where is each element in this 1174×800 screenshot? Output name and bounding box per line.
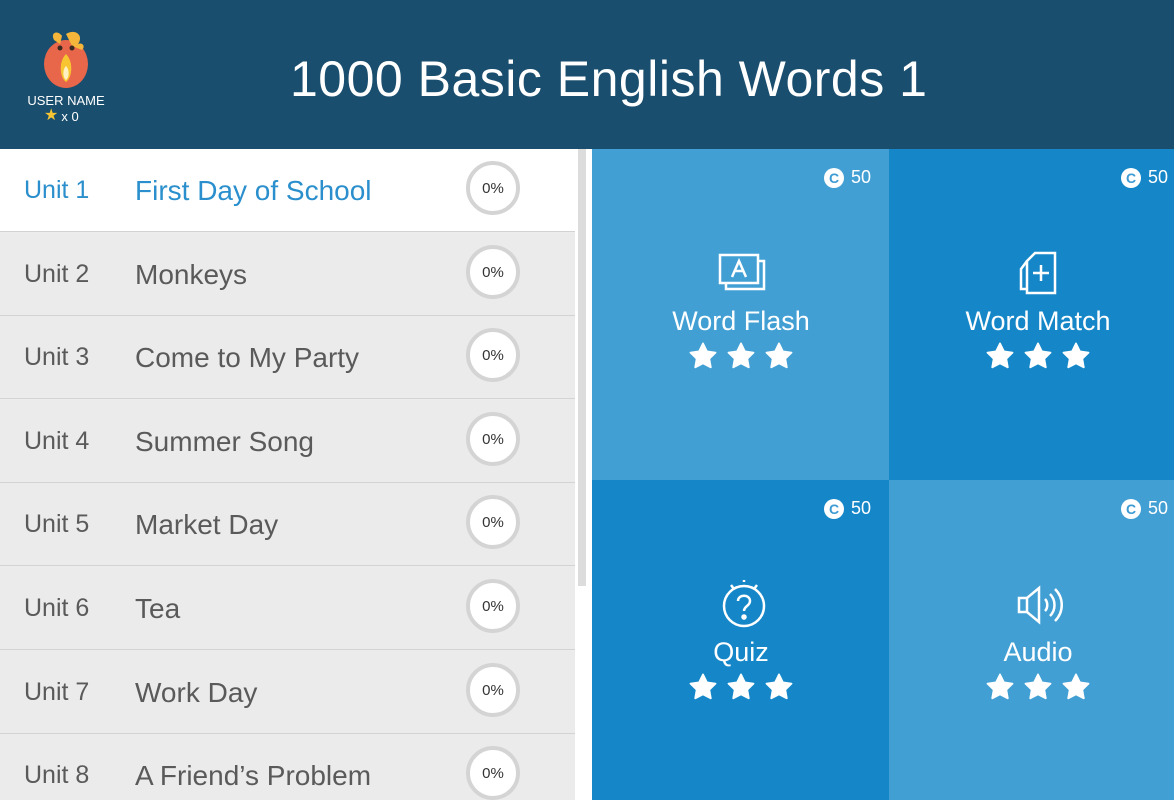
question-icon [722, 580, 766, 628]
word-flash-tile[interactable]: C 50 Word Flash [592, 149, 890, 480]
star-icon [727, 342, 755, 369]
unit-title: Tea [135, 593, 181, 624]
unit-list-scrollbar[interactable] [575, 149, 592, 800]
unit-title: Summer Song [135, 426, 314, 457]
card-match-icon [1019, 251, 1057, 295]
unit-row-6[interactable]: Unit 6 Tea 0% [0, 567, 575, 650]
coin-icon: C [824, 167, 844, 188]
activity-label: Word Flash [672, 306, 810, 336]
user-name-label: USER NAME [27, 93, 105, 108]
star-rating [592, 672, 890, 702]
unit-title: Monkeys [135, 259, 248, 290]
star-icon: ★ [44, 107, 59, 124]
unit-progress-circle: 0% [466, 412, 520, 466]
coin-cost: C 50 [824, 167, 871, 188]
star-icon [1062, 342, 1090, 369]
unit-row-8[interactable]: Unit 8 A Friend’s Problem 0% [0, 734, 575, 800]
scrollbar-thumb[interactable] [578, 149, 586, 586]
coin-amount: 50 [1148, 167, 1169, 187]
star-icon [986, 342, 1014, 369]
unit-number: Unit 1 [24, 176, 90, 204]
unit-title: First Day of School [135, 175, 372, 206]
unit-progress-circle: 0% [466, 328, 520, 382]
coin-amount: 50 [1148, 498, 1169, 518]
star-icon [689, 342, 717, 369]
activity-label: Quiz [713, 637, 769, 667]
unit-row-3[interactable]: Unit 3 Come to My Party 0% [0, 316, 575, 399]
star-icon [727, 673, 755, 700]
unit-number: Unit 4 [24, 427, 90, 455]
coin-icon: C [1121, 167, 1141, 188]
unit-row-1[interactable]: Unit 1 First Day of School 0% [0, 149, 575, 232]
coin-amount: 50 [851, 498, 872, 518]
unit-progress-circle: 0% [466, 746, 520, 800]
activity-label: Word Match [965, 306, 1111, 336]
star-rating [592, 341, 890, 371]
unit-number: Unit 3 [24, 343, 90, 371]
quiz-tile[interactable]: C 50 Quiz [592, 480, 890, 800]
star-count-text: x 0 [61, 108, 79, 124]
unit-row-2[interactable]: Unit 2 Monkeys 0% [0, 233, 575, 316]
unit-number: Unit 5 [24, 510, 90, 538]
flashcard-icon [718, 253, 766, 291]
coin-icon: C [824, 498, 844, 519]
coin-amount: 50 [851, 167, 872, 187]
star-icon [765, 342, 793, 369]
star-icon [1062, 673, 1090, 700]
coin-cost: C 50 [824, 498, 871, 519]
star-icon [765, 673, 793, 700]
coin-cost: C 50 [1121, 167, 1168, 188]
unit-number: Unit 8 [24, 761, 90, 789]
activity-label: Audio [1003, 637, 1073, 667]
star-icon [986, 673, 1014, 700]
speaker-icon [1017, 585, 1063, 625]
star-rating [889, 341, 1174, 371]
audio-tile[interactable]: C 50 Audio [889, 480, 1174, 800]
star-icon [1024, 342, 1052, 369]
user-star-count: ★ x 0 [44, 108, 79, 124]
star-icon [689, 673, 717, 700]
unit-row-5[interactable]: Unit 5 Market Day 0% [0, 483, 575, 566]
word-match-tile[interactable]: C 50 Word Match [889, 149, 1174, 480]
unit-number: Unit 7 [24, 678, 90, 706]
unit-progress-circle: 0% [466, 161, 520, 215]
unit-title: A Friend’s Problem [135, 760, 372, 791]
unit-title: Come to My Party [135, 342, 360, 373]
star-icon [1024, 673, 1052, 700]
unit-row-4[interactable]: Unit 4 Summer Song 0% [0, 400, 575, 483]
unit-title: Market Day [135, 509, 279, 540]
unit-list: Unit 1 First Day of School 0% Unit 2 Mon… [0, 149, 575, 800]
unit-number: Unit 6 [24, 594, 90, 622]
unit-number: Unit 2 [24, 260, 90, 288]
unit-row-7[interactable]: Unit 7 Work Day 0% [0, 651, 575, 734]
unit-title: Work Day [135, 677, 258, 708]
app-header: USER NAME ★ x 0 1000 Basic English Words… [0, 0, 1174, 149]
star-rating [889, 672, 1174, 702]
unit-progress-circle: 0% [466, 579, 520, 633]
unit-progress-circle: 0% [466, 663, 520, 717]
page-title: 1000 Basic English Words 1 [290, 51, 928, 107]
phoenix-avatar-icon[interactable] [36, 24, 96, 90]
unit-progress-circle: 0% [466, 495, 520, 549]
unit-progress-circle: 0% [466, 245, 520, 299]
coin-icon: C [1121, 498, 1141, 519]
coin-cost: C 50 [1121, 498, 1168, 519]
